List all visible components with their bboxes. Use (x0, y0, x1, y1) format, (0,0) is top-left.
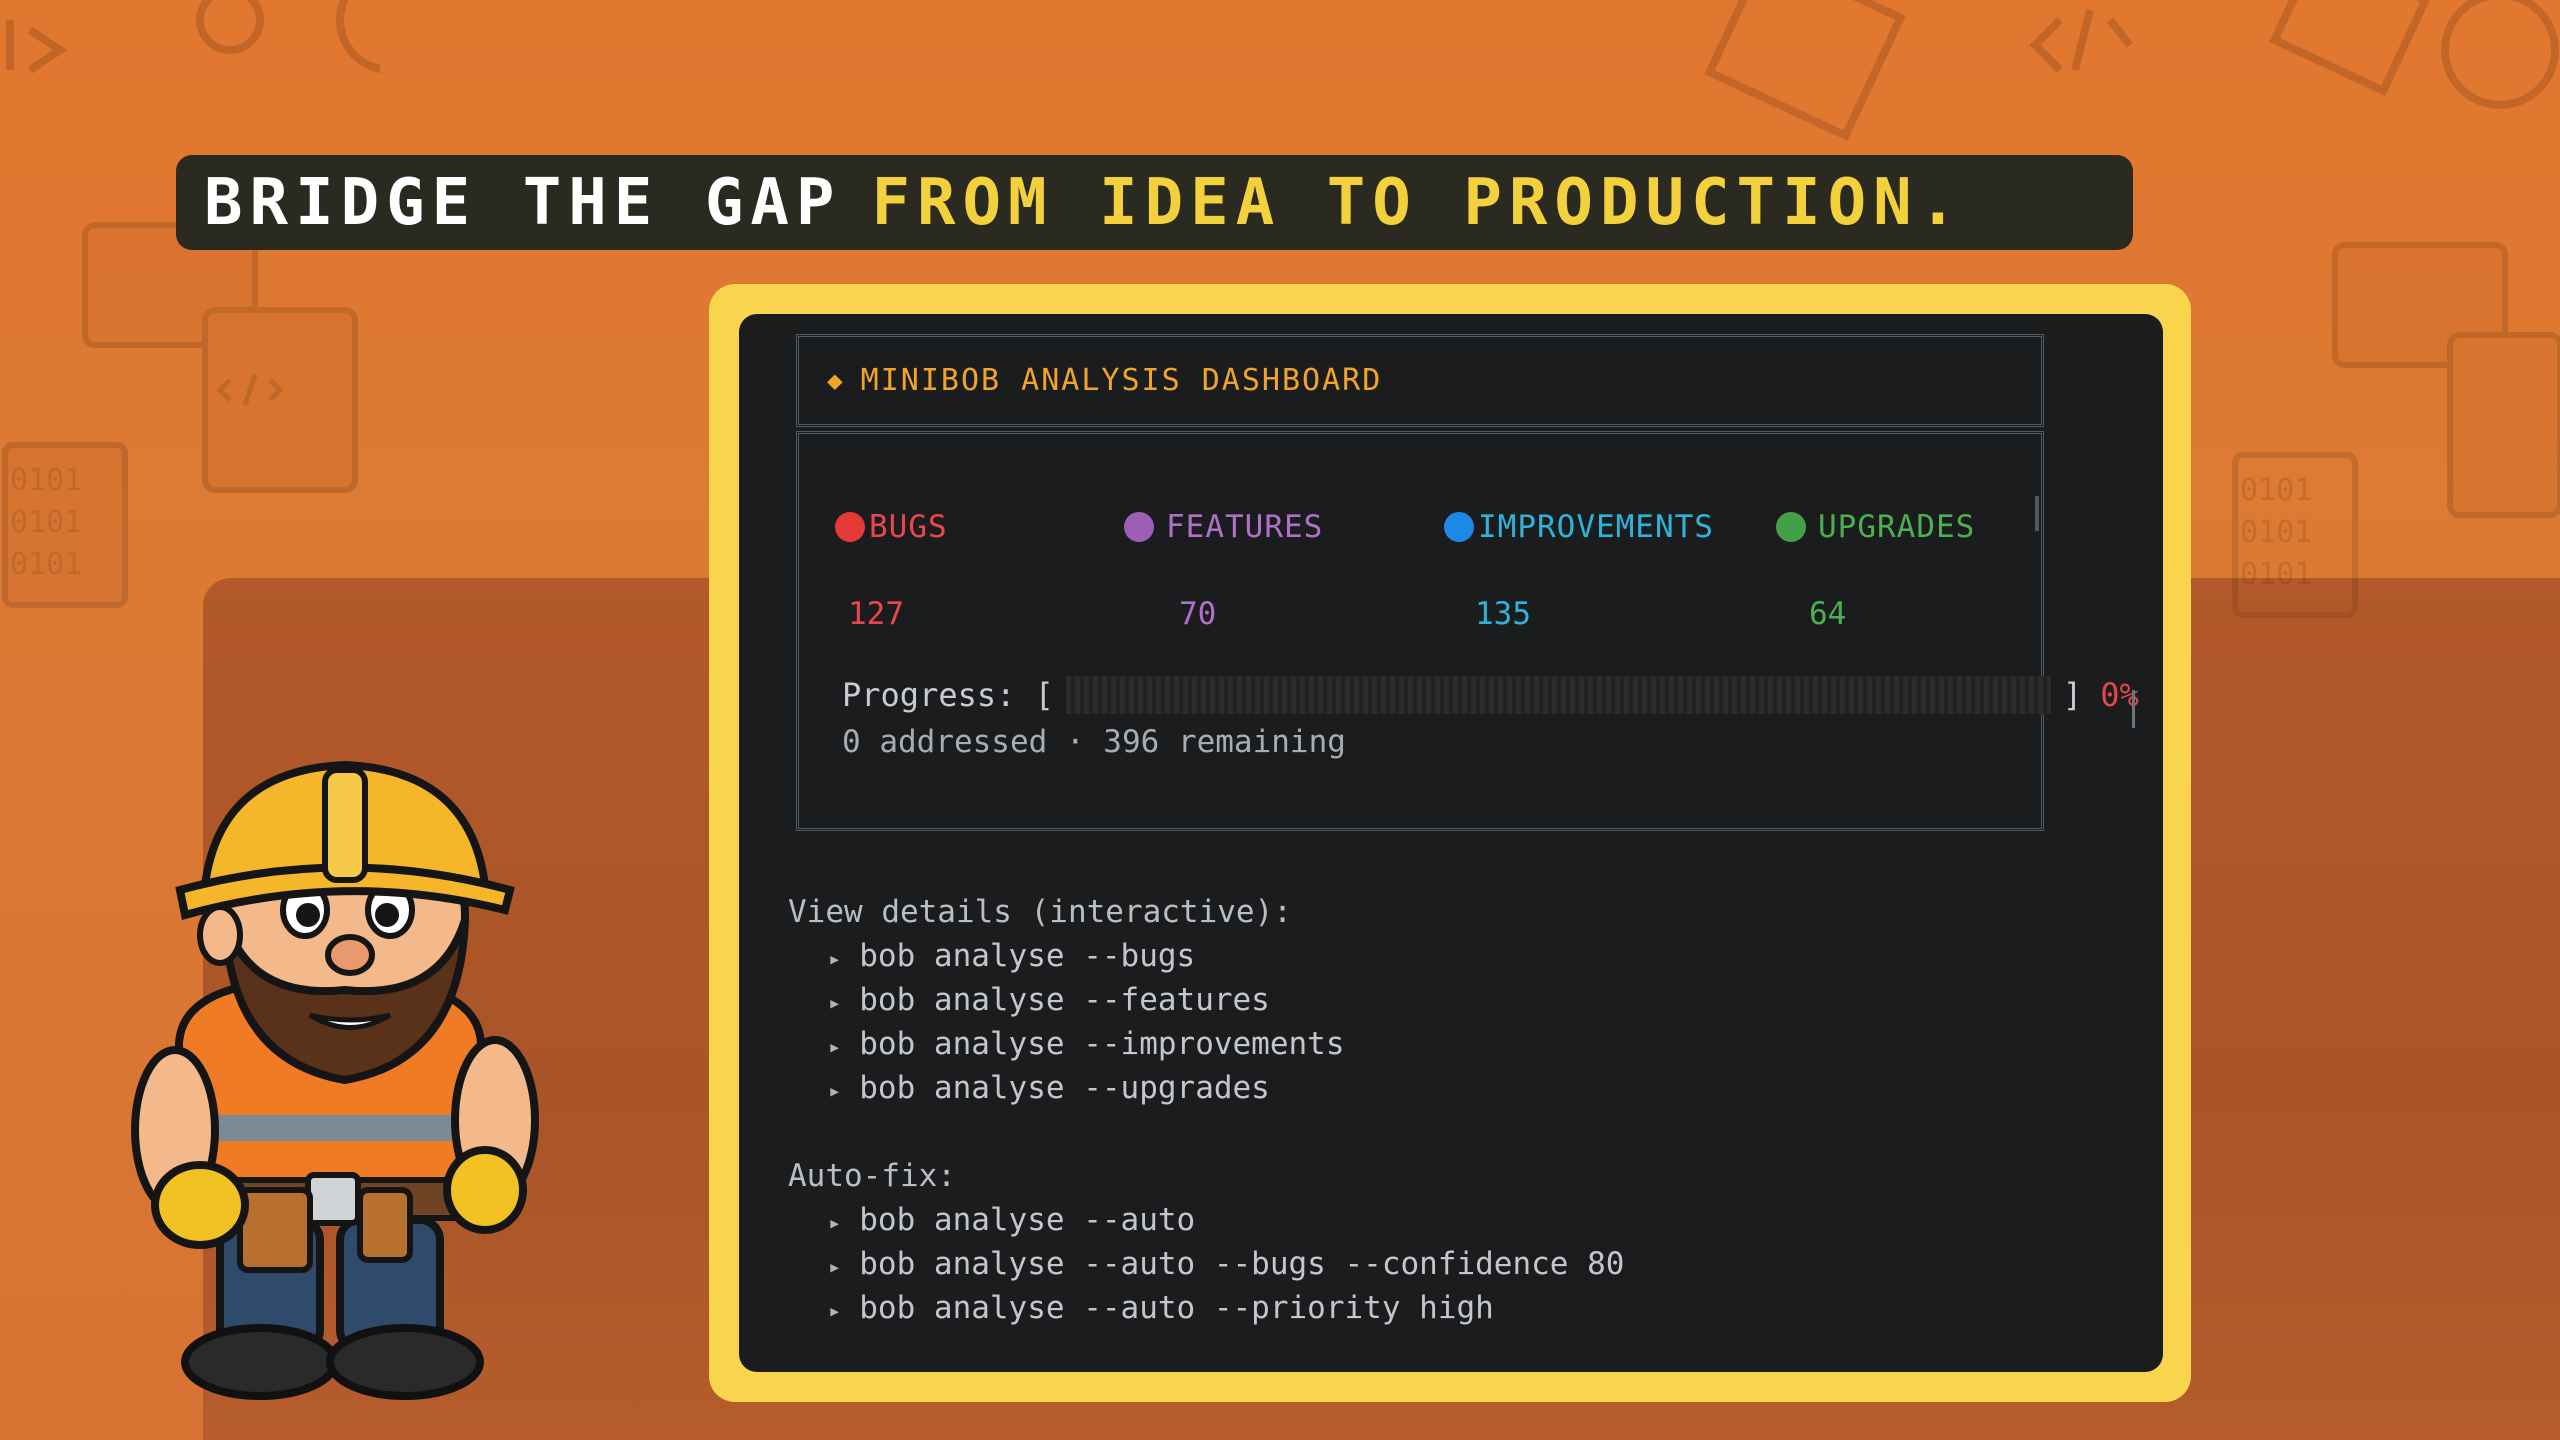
stat-features: FEATURES (1124, 509, 1323, 545)
code-window-icon (0, 0, 380, 110)
svg-text:0101: 0101 (10, 463, 82, 498)
progress-label: Progress: [ (842, 676, 1054, 714)
progress-row: Progress: [ ] 0% (842, 676, 2139, 714)
svg-text:0101: 0101 (2240, 557, 2312, 592)
svg-text:0101: 0101 (10, 547, 82, 582)
progress-bar (1065, 676, 2051, 714)
diamond-icon: ◆ (827, 365, 843, 396)
stat-label-bugs: BUGS (869, 509, 948, 545)
stat-label-improvements: IMPROVEMENTS (1478, 509, 1714, 545)
command-improvements[interactable]: ▸ bob analyse --improvements (828, 1026, 1345, 1062)
stat-value-upgrades: 64 (1809, 596, 1847, 632)
command-auto-bugs[interactable]: ▸ bob analyse --auto --bugs --confidence … (828, 1246, 1624, 1282)
bullet-icon: ▸ (828, 1035, 842, 1060)
stat-improvements: IMPROVEMENTS (1444, 509, 1714, 545)
dashboard-stats-box: BUGS FEATURES IMPROVEMENTS UPGRADES 127 … (796, 431, 2139, 831)
improvements-dot-icon (1444, 512, 1474, 542)
stat-value-features: 70 (1179, 596, 1217, 632)
stat-upgrades: UPGRADES (1776, 509, 1975, 545)
bullet-icon: ▸ (828, 1211, 842, 1236)
command-auto-priority[interactable]: ▸ bob analyse --auto --priority high (828, 1290, 1494, 1326)
stat-value-bugs: 127 (848, 596, 904, 632)
box-edge-right (2132, 690, 2135, 728)
upgrades-dot-icon (1776, 512, 1806, 542)
dashboard-title: MINIBOB ANALYSIS DASHBOARD (860, 363, 1383, 398)
binary-file-icon: 0101 0101 0101 (0, 440, 140, 620)
code-brackets-icon (1700, 0, 2560, 150)
headline-part1: BRIDGE THE GAP (204, 165, 842, 240)
progress-close: ] (2062, 676, 2083, 714)
bullet-icon: ▸ (828, 1079, 842, 1104)
command-auto[interactable]: ▸ bob analyse --auto (828, 1202, 1195, 1238)
details-heading: View details (interactive): (788, 894, 1292, 930)
box-edge (2035, 496, 2039, 531)
builder-mascot (110, 750, 570, 1414)
svg-text:0101: 0101 (10, 505, 82, 540)
terminal-window: ◆ MINIBOB ANALYSIS DASHBOARD BUGS FEATUR… (739, 314, 2163, 1372)
stat-value-improvements: 135 (1475, 596, 1531, 632)
features-dot-icon (1124, 512, 1154, 542)
headline-banner: BRIDGE THE GAP FROM IDEA TO PRODUCTION. (176, 155, 2133, 250)
bullet-icon: ▸ (828, 1299, 842, 1324)
bullet-icon: ▸ (828, 947, 842, 972)
svg-text:0101: 0101 (2240, 473, 2312, 508)
progress-summary: 0 addressed · 396 remaining (842, 724, 1346, 760)
stat-bugs: BUGS (835, 509, 948, 545)
dashboard-title-box: ◆ MINIBOB ANALYSIS DASHBOARD (796, 334, 2044, 427)
command-features[interactable]: ▸ bob analyse --features (828, 982, 1270, 1018)
stat-label-upgrades: UPGRADES (1818, 509, 1976, 545)
bullet-icon: ▸ (828, 991, 842, 1016)
command-bugs[interactable]: ▸ bob analyse --bugs (828, 938, 1195, 974)
headline-part2: FROM IDEA TO PRODUCTION. (871, 165, 1965, 240)
svg-text:0101: 0101 (2240, 515, 2312, 550)
stat-label-features: FEATURES (1166, 509, 1324, 545)
bugs-dot-icon (835, 512, 865, 542)
binary-file-icon-right: 0101 0101 0101 (2230, 450, 2370, 630)
bullet-icon: ▸ (828, 1255, 842, 1280)
autofix-heading: Auto-fix: (788, 1158, 956, 1194)
command-upgrades[interactable]: ▸ bob analyse --upgrades (828, 1070, 1270, 1106)
